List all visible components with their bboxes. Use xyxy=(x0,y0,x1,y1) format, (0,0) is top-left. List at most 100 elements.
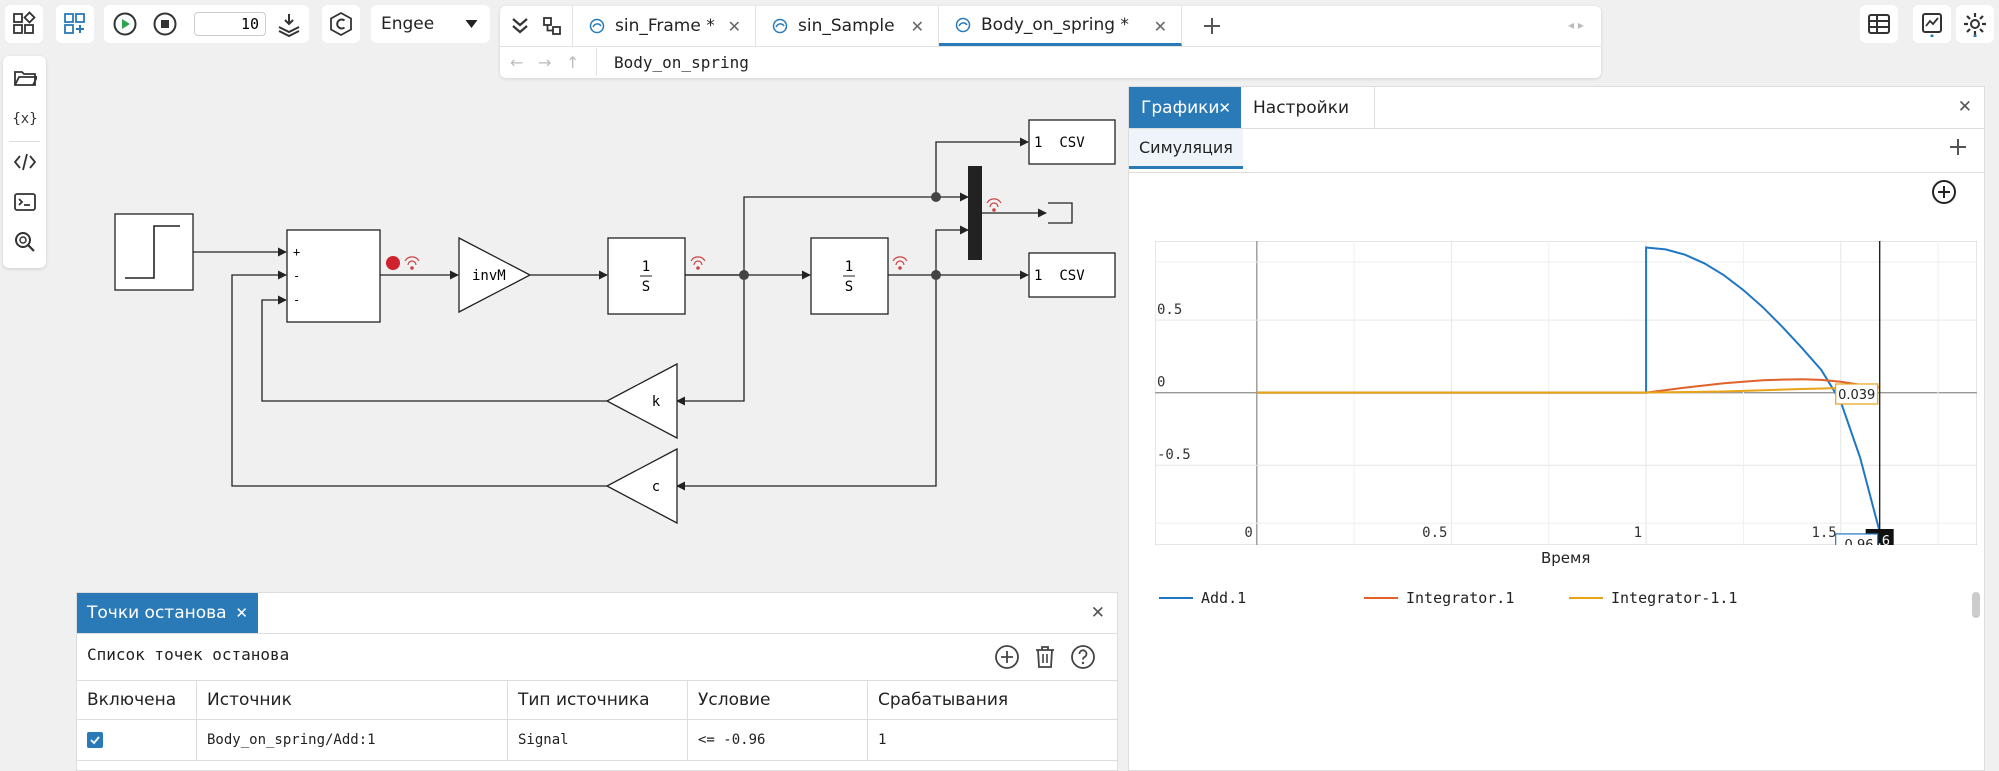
step-button[interactable] xyxy=(276,11,302,38)
add-breakpoint-button[interactable] xyxy=(993,643,1021,671)
editor-tabbar: sin_Frame * ✕ sin_Sample ✕ Body_on_sprin… xyxy=(500,6,1601,78)
csv-label: CSV xyxy=(1059,268,1085,284)
tab-scroll-arrows[interactable]: ◂ ▸ xyxy=(1568,18,1584,32)
tab-label: sin_Sample xyxy=(798,16,895,36)
signal-logging-icon[interactable] xyxy=(690,256,706,270)
signal-logging-icon[interactable] xyxy=(986,198,1002,212)
stop-icon xyxy=(153,12,177,36)
scrollbar[interactable] xyxy=(1972,592,1980,618)
legend-item-integrator[interactable]: Integrator.1 xyxy=(1364,589,1514,607)
column-header-enabled[interactable]: Включена xyxy=(77,681,197,719)
gain-label: k xyxy=(652,394,661,410)
simulation-plot[interactable]: 00.511.50.50-0.5 1.6-0.960.039 xyxy=(1155,241,1977,545)
plot-legend: Add.1 Integrator.1 Integrator-1.1 xyxy=(1159,589,1959,613)
subtab-label: Симуляция xyxy=(1139,138,1233,157)
close-icon[interactable]: ✕ xyxy=(728,17,741,36)
step-block[interactable] xyxy=(114,213,194,291)
close-icon[interactable]: ✕ xyxy=(1154,17,1167,36)
new-tab-button[interactable] xyxy=(1200,14,1224,38)
checkmark-icon xyxy=(90,736,100,745)
csv-top-block[interactable]: 1 CSV xyxy=(1028,119,1116,165)
nav-forward-button[interactable]: → xyxy=(538,53,551,72)
graphs-panel: Графики ✕ Настройки ✕ Симуляция 0 0.5 1 1.5… xyxy=(1128,86,1985,771)
solver-selected-value: Engee xyxy=(381,14,435,34)
breadcrumb[interactable]: Body_on_spring xyxy=(614,53,749,72)
model-canvas[interactable]: + - - invM 1 S 1 S 1 CSV 1 CSV k c xyxy=(0,82,1126,594)
close-icon[interactable]: ✕ xyxy=(1218,99,1231,117)
legend-item-add[interactable]: Add.1 xyxy=(1159,589,1246,607)
column-header-hits[interactable]: Срабатывания xyxy=(868,681,1119,719)
tab-breakpoints[interactable]: Точки останова ✕ xyxy=(77,593,258,633)
junction-dot xyxy=(931,270,941,280)
header-label: Источник xyxy=(207,690,292,710)
model-icon xyxy=(589,18,605,34)
breakpoint-dot[interactable] xyxy=(386,256,400,270)
tab-graphs[interactable]: Графики ✕ xyxy=(1129,87,1241,128)
nav-up-button[interactable]: ↑ xyxy=(566,53,579,72)
close-panel-button[interactable]: ✕ xyxy=(1958,97,1972,117)
csv-port: 1 xyxy=(1034,268,1042,284)
legend-item-integrator-1[interactable]: Integrator-1.1 xyxy=(1569,589,1737,607)
integrator-1-block[interactable]: 1 S xyxy=(810,237,889,315)
blocks-icon xyxy=(13,11,36,34)
gain-c-block[interactable]: c xyxy=(605,447,678,525)
column-header-source[interactable]: Источник xyxy=(197,681,508,719)
column-header-condition[interactable]: Условие xyxy=(688,681,868,719)
add-block-button[interactable] xyxy=(56,5,94,43)
layout-button[interactable] xyxy=(1860,5,1898,43)
subtab-simulation[interactable]: Симуляция xyxy=(1129,129,1243,169)
tab-body-on-spring[interactable]: Body_on_spring * ✕ xyxy=(939,6,1182,46)
settings-button[interactable] xyxy=(1956,5,1994,43)
legend-swatch xyxy=(1364,597,1398,599)
help-icon xyxy=(1071,645,1095,669)
header-label: Срабатывания xyxy=(878,690,1009,710)
add-plot-button[interactable] xyxy=(1929,177,1959,207)
tab-sin-frame[interactable]: sin_Frame * ✕ xyxy=(573,6,756,46)
double-chevron-down-icon xyxy=(512,18,528,34)
hierarchy-button[interactable] xyxy=(540,14,564,38)
solver-select[interactable]: Engee xyxy=(371,5,490,43)
gain-invm-block[interactable]: invM xyxy=(458,236,532,314)
add-blocks-icon xyxy=(64,13,85,34)
close-icon[interactable]: ✕ xyxy=(911,17,924,36)
tab-sin-sample[interactable]: sin_Sample ✕ xyxy=(756,6,939,46)
integrator-block[interactable]: 1 S xyxy=(607,237,686,315)
apps-button[interactable] xyxy=(5,5,43,43)
delete-breakpoint-button[interactable] xyxy=(1031,643,1059,671)
monitor-button[interactable] xyxy=(1913,5,1951,43)
add-graph-button[interactable] xyxy=(1946,135,1970,159)
collapse-button[interactable] xyxy=(508,14,532,38)
sum-block[interactable]: + - - xyxy=(286,229,381,323)
signal-logging-icon[interactable] xyxy=(404,256,420,270)
junction-dot xyxy=(739,270,749,280)
x-axis-label: Время xyxy=(1541,549,1591,567)
step-count-input[interactable] xyxy=(194,12,266,36)
help-button[interactable] xyxy=(1069,643,1097,671)
model-icon xyxy=(772,18,788,34)
hits-cell: 1 xyxy=(878,732,887,748)
nav-back-button[interactable]: ← xyxy=(510,53,523,72)
stop-button[interactable] xyxy=(152,11,178,37)
integrator-num: 1 xyxy=(642,259,650,275)
caret-down-icon xyxy=(465,20,478,28)
close-panel-button[interactable]: ✕ xyxy=(1091,603,1105,623)
gear-icon xyxy=(1964,13,1986,37)
y-tick-label: 0.5 xyxy=(1157,302,1182,318)
breakpoints-panel: Точки останова ✕ ✕ Список точек останова… xyxy=(76,592,1118,771)
circle-plus-icon xyxy=(1932,180,1956,204)
monitor-graph-icon xyxy=(1922,13,1942,37)
legend-label: Add.1 xyxy=(1201,589,1247,607)
terminator-block[interactable] xyxy=(1048,202,1073,224)
legend-swatch xyxy=(1159,597,1193,599)
hierarchy-icon xyxy=(543,17,561,35)
tab-settings[interactable]: Настройки xyxy=(1241,87,1375,128)
column-header-source-type[interactable]: Тип источника xyxy=(508,681,688,719)
run-button[interactable] xyxy=(112,11,138,37)
enabled-checkbox[interactable] xyxy=(87,732,103,748)
gain-k-block[interactable]: k xyxy=(605,362,678,440)
signal-logging-icon[interactable] xyxy=(892,256,908,270)
mux-block[interactable] xyxy=(968,166,982,260)
code-generation-button[interactable] xyxy=(322,5,360,43)
close-icon[interactable]: ✕ xyxy=(235,604,248,622)
csv-bottom-block[interactable]: 1 CSV xyxy=(1028,252,1116,298)
